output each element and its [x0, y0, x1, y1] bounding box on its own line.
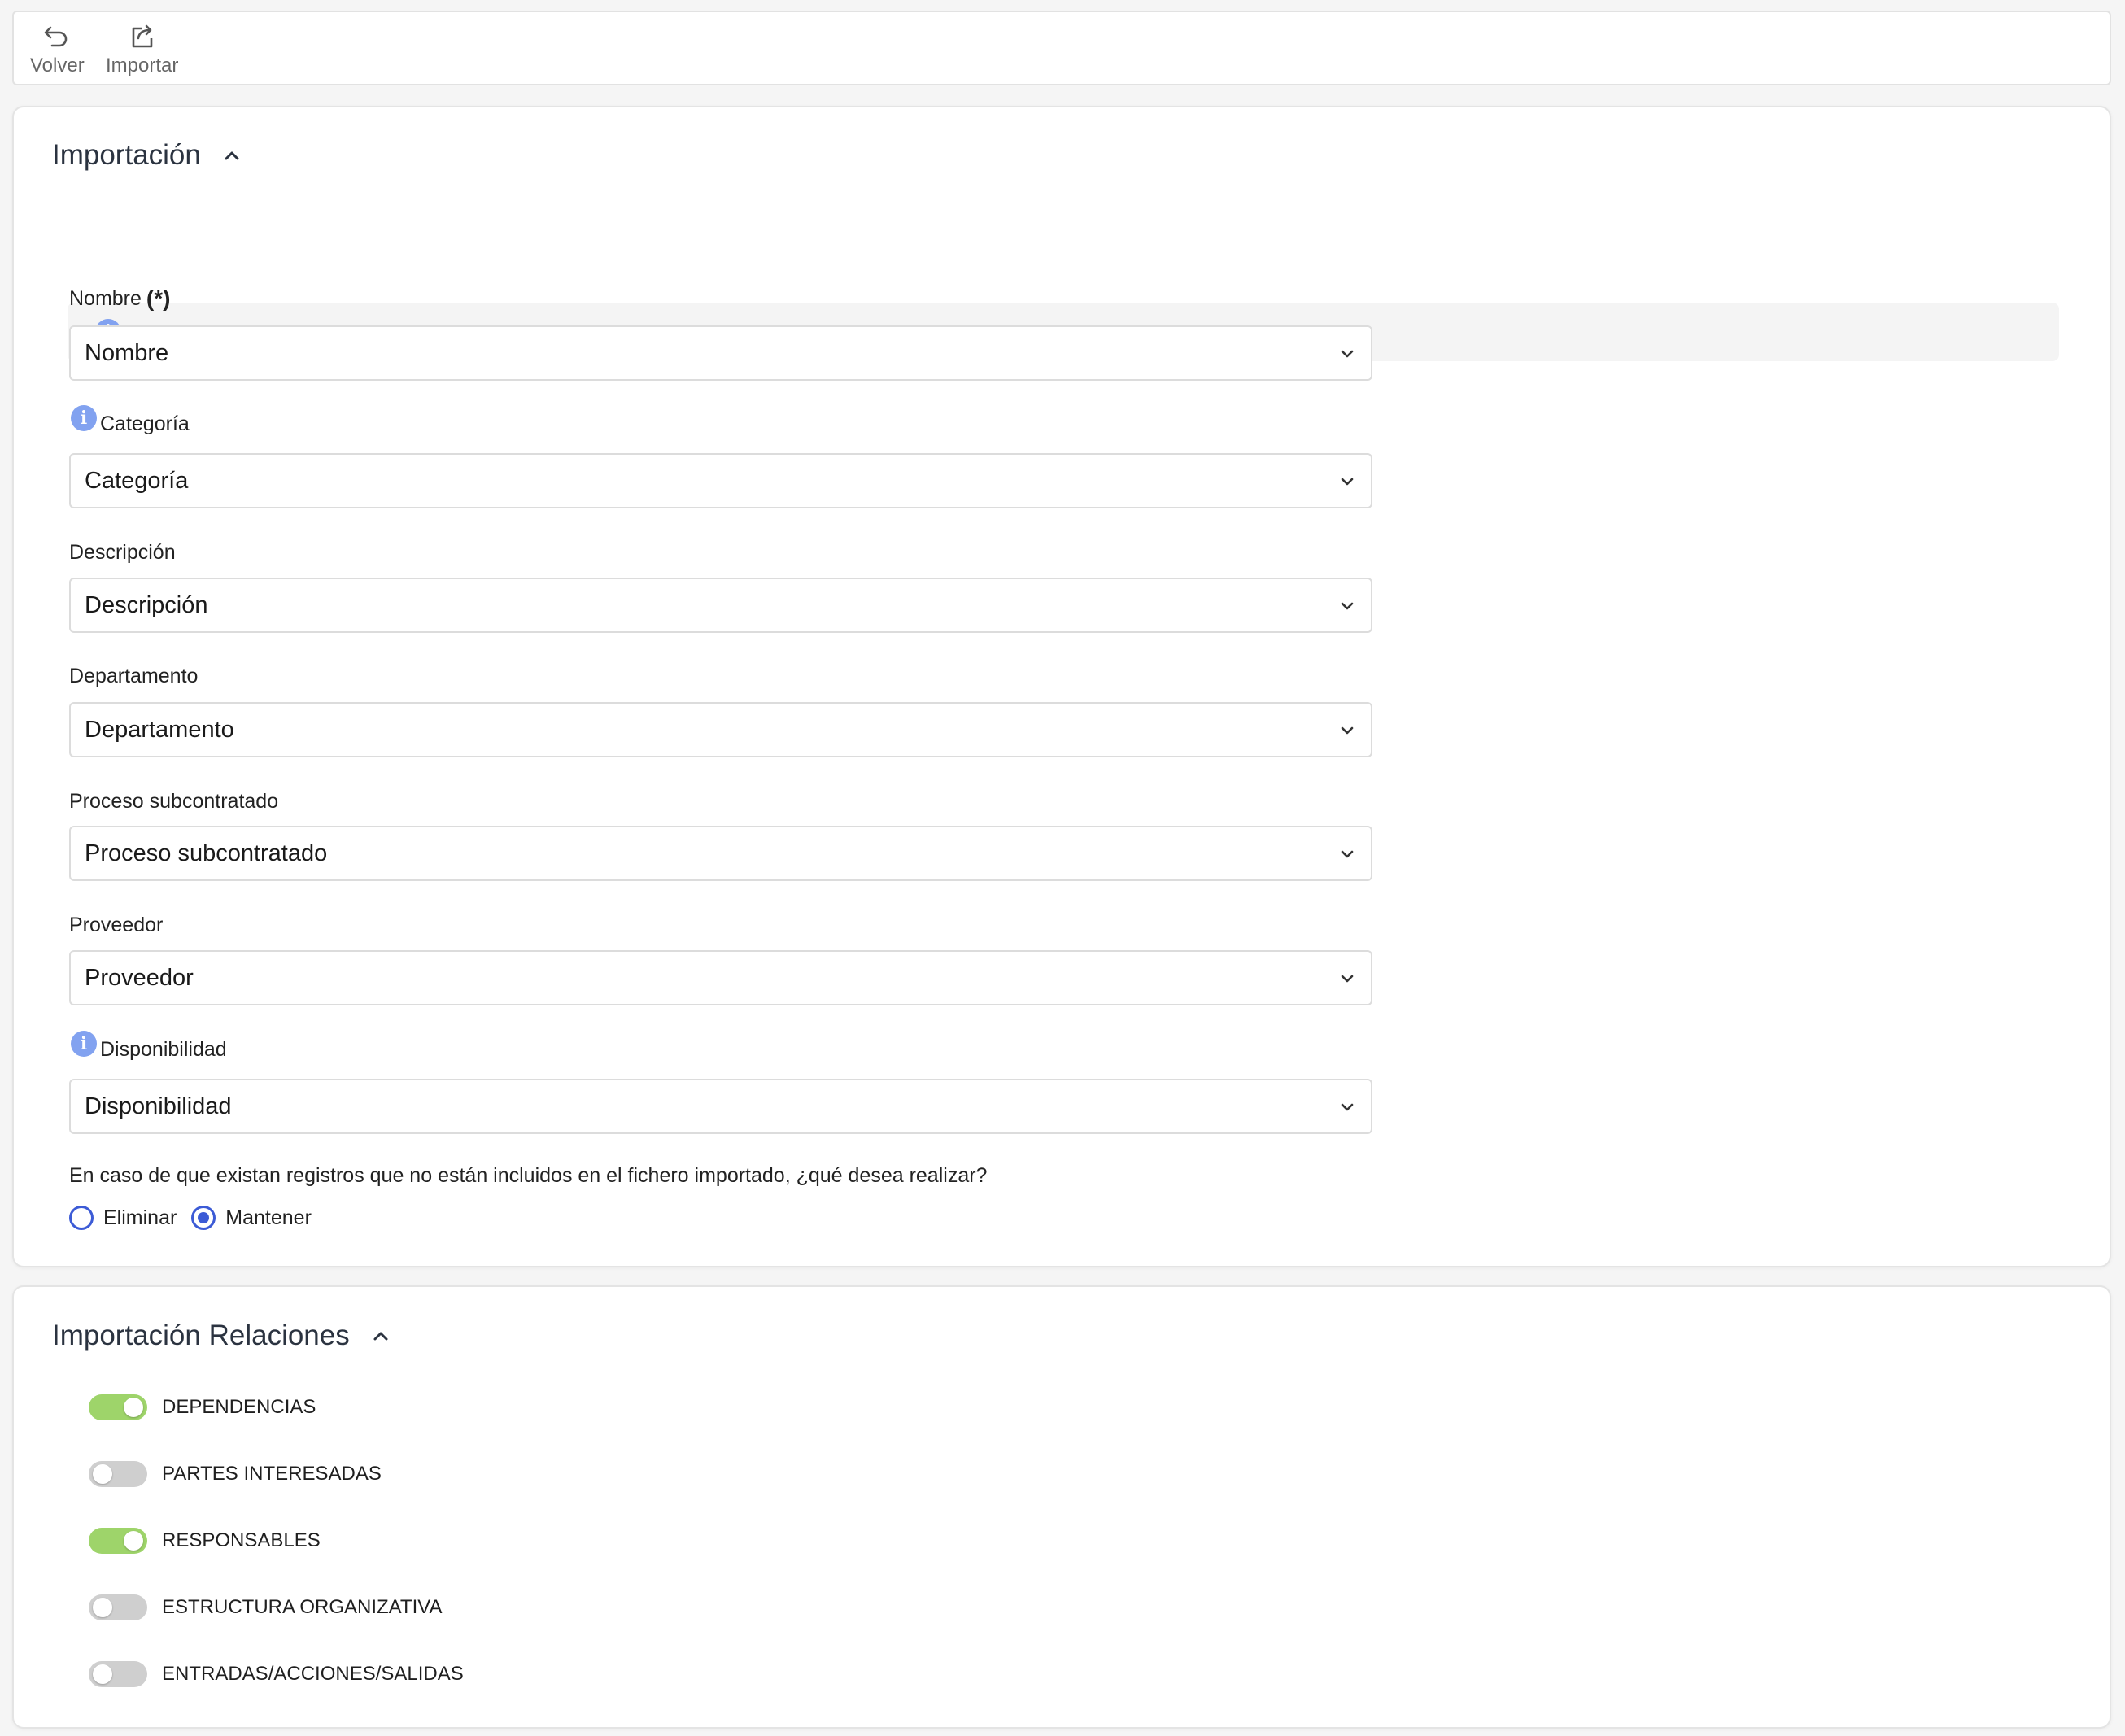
select-departamento[interactable]: Departamento	[69, 702, 1372, 757]
select-proceso-subcontratado[interactable]: Proceso subcontratado	[69, 826, 1372, 881]
select-value: Proceso subcontratado	[85, 840, 328, 866]
chevron-up-icon	[373, 1332, 388, 1341]
relations-section-header[interactable]: Importación Relaciones	[52, 1318, 395, 1354]
undo-icon	[45, 26, 68, 47]
field-label-text: Nombre	[69, 287, 142, 310]
select-value: Proveedor	[85, 964, 194, 991]
radio-selected-dot	[198, 1212, 210, 1223]
toggle-label: DEPENDENCIAS	[162, 1396, 316, 1418]
import-card: Importación i En la parte de la izquierd…	[12, 106, 2111, 1267]
chevron-down-icon	[1341, 602, 1354, 610]
radio-mantener[interactable]	[191, 1206, 216, 1230]
toolbar: Volver Importar	[12, 11, 2111, 85]
toggle-label: PARTES INTERESADAS	[162, 1463, 382, 1485]
toggle-row-estructura-organizativa: ESTRUCTURA ORGANIZATIVA	[89, 1594, 442, 1620]
field-label-text: Proveedor	[69, 914, 164, 936]
radio-eliminar[interactable]	[69, 1206, 94, 1230]
toggle-knob	[93, 1464, 112, 1484]
field-label-text: Proceso subcontratado	[69, 790, 279, 813]
chevron-up-icon	[225, 151, 239, 160]
missing-records-question: En caso de que existan registros que no …	[69, 1164, 988, 1187]
toggle-entradas-acciones-salidas[interactable]	[89, 1661, 147, 1687]
back-label: Volver	[30, 55, 85, 76]
select-descripcion[interactable]: Descripción	[69, 578, 1372, 633]
toggle-dependencias[interactable]	[89, 1394, 147, 1420]
import-button[interactable]: Importar	[106, 20, 178, 81]
field-label-descripcion: Descripción	[69, 540, 176, 565]
required-mark: (*)	[146, 286, 171, 311]
select-proveedor[interactable]: Proveedor	[69, 950, 1372, 1005]
radio-mantener-label[interactable]: Mantener	[225, 1206, 312, 1230]
field-label-text: Departamento	[69, 665, 199, 687]
info-icon[interactable]: i	[71, 405, 97, 431]
relations-section-title: Importación Relaciones	[52, 1319, 350, 1351]
toggle-responsables[interactable]	[89, 1528, 147, 1554]
toggle-label: ENTRADAS/ACCIONES/SALIDAS	[162, 1663, 464, 1685]
field-label-text: Categoría	[100, 412, 190, 435]
field-label-disponibilidad: i Disponibilidad	[69, 1031, 227, 1062]
info-icon[interactable]: i	[71, 1031, 97, 1057]
radio-eliminar-label[interactable]: Eliminar	[103, 1206, 177, 1230]
field-label-proveedor: Proveedor	[69, 913, 163, 937]
share-import-icon	[132, 24, 152, 48]
chevron-down-icon	[1341, 478, 1354, 486]
toggle-knob	[93, 1664, 112, 1684]
chevron-down-icon	[1341, 1103, 1354, 1111]
toggle-knob	[93, 1598, 112, 1617]
chevron-down-icon	[1341, 850, 1354, 858]
toggle-estructura-organizativa[interactable]	[89, 1594, 147, 1620]
field-label-proceso-subcontratado: Proceso subcontratado	[69, 789, 278, 813]
select-value: Departamento	[85, 716, 234, 743]
select-value: Disponibilidad	[85, 1093, 232, 1119]
back-button[interactable]: Volver	[30, 20, 85, 81]
toggle-knob	[124, 1531, 143, 1551]
toggle-label: ESTRUCTURA ORGANIZATIVA	[162, 1596, 443, 1618]
select-value: Descripción	[85, 591, 208, 618]
field-label-departamento: Departamento	[69, 664, 198, 688]
chevron-down-icon	[1341, 726, 1354, 735]
select-disponibilidad[interactable]: Disponibilidad	[69, 1079, 1372, 1134]
import-label: Importar	[106, 55, 179, 76]
select-nombre[interactable]: Nombre	[69, 325, 1372, 381]
field-label-nombre: Nombre (*)	[69, 286, 170, 311]
toggle-row-dependencias: DEPENDENCIAS	[89, 1394, 316, 1420]
toggle-label: RESPONSABLES	[162, 1529, 321, 1551]
select-categoria[interactable]: Categoría	[69, 453, 1372, 508]
import-section-title: Importación	[52, 139, 201, 171]
missing-records-options: Eliminar Mantener	[69, 1206, 326, 1230]
toggle-knob	[124, 1398, 143, 1417]
toggle-row-responsables: RESPONSABLES	[89, 1528, 321, 1554]
chevron-down-icon	[1341, 975, 1354, 983]
select-value: Nombre	[85, 339, 169, 366]
toggle-row-partes-interesadas: PARTES INTERESADAS	[89, 1461, 382, 1487]
relations-card: Importación Relaciones DEPENDENCIAS PART…	[12, 1285, 2111, 1729]
field-label-categoria: i Categoría	[69, 405, 190, 436]
field-label-text: Descripción	[69, 541, 176, 564]
field-label-text: Disponibilidad	[100, 1038, 227, 1061]
select-value: Categoría	[85, 467, 189, 494]
toggle-partes-interesadas[interactable]	[89, 1461, 147, 1487]
import-section-header[interactable]: Importación	[52, 137, 247, 173]
chevron-down-icon	[1341, 350, 1354, 358]
page: Volver Importar Importación i En la part…	[0, 0, 2125, 1736]
toggle-row-entradas-acciones-salidas: ENTRADAS/ACCIONES/SALIDAS	[89, 1661, 464, 1687]
